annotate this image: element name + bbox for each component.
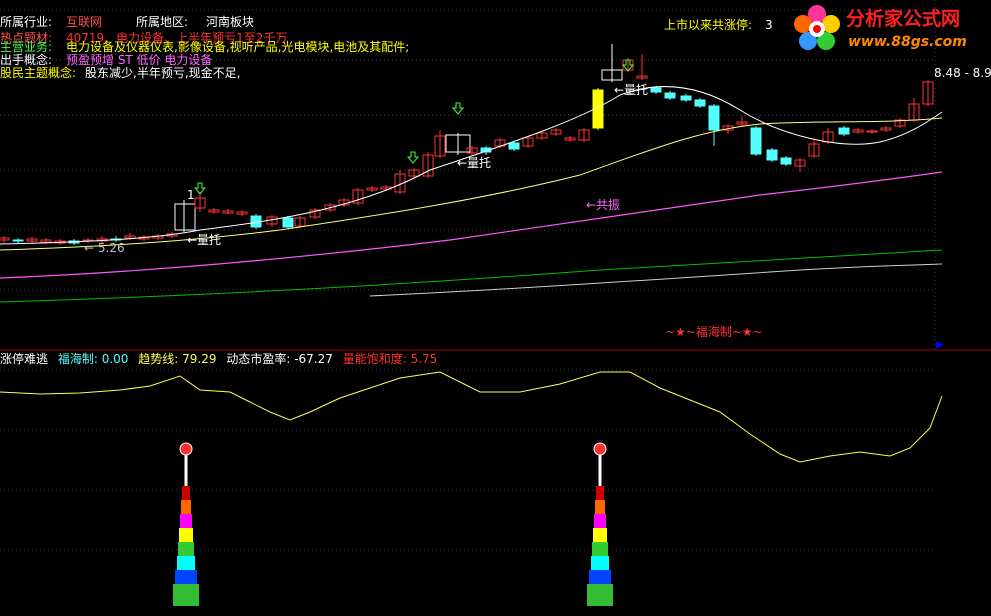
author-tag: ~★~福海制~★~ — [665, 325, 763, 339]
candle-body — [766, 149, 778, 161]
flower-icon — [794, 5, 840, 50]
signal-towers — [173, 442, 613, 606]
tower-segment — [178, 542, 194, 556]
tower-segment — [587, 584, 613, 606]
scroll-right-icon[interactable] — [936, 341, 944, 349]
grid-lines — [0, 0, 936, 551]
indicator-item1-value: 0.00 — [101, 352, 129, 366]
indicator-item2-value: 79.29 — [182, 352, 217, 366]
logo-title: 分析家公式网 — [846, 8, 961, 30]
volume-support-2: ←量托 — [457, 156, 492, 170]
concept-value: 预盈预增 ST 低价 电力设备 — [66, 53, 213, 67]
candle-body — [680, 95, 692, 101]
trend-line-indicator — [0, 371, 943, 463]
region-value: 河南板块 — [206, 15, 255, 29]
moving-average-lines — [0, 86, 943, 303]
main-business-value: 电力设备及仪器仪表,影像设备,视听产品,光电模块,电池及其配件; — [66, 40, 410, 54]
candle-body — [750, 127, 762, 155]
folk-label: 股民主题概念: — [0, 66, 77, 80]
candle-body — [780, 157, 792, 165]
site-logo[interactable]: 分析家公式网 www.88gs.com — [792, 4, 988, 56]
industry-value: 互联网 — [66, 15, 103, 29]
tower-segment — [589, 570, 611, 584]
tower-segment — [177, 556, 195, 570]
tower-segment — [595, 500, 605, 514]
industry-label: 所属行业: — [0, 15, 53, 29]
tower-ball-icon — [593, 442, 607, 456]
folk-value: 股东减少,半年预亏,现金不足, — [85, 66, 241, 80]
marker-one: 1 — [187, 188, 195, 202]
tower-ball-icon — [179, 442, 193, 456]
tower-segment — [182, 486, 190, 500]
tower-segment — [591, 556, 609, 570]
volume-support-1: ←量托 — [187, 233, 222, 247]
low-price-label: ← 5.26 — [84, 241, 125, 255]
trend-line — [0, 371, 943, 463]
logo-url: www.88gs.com — [848, 34, 967, 50]
price-range-label: 8.48 - 8.98 — [934, 66, 991, 80]
resonance-label: ←共振 — [586, 198, 621, 212]
indicator-header: 涨停难逃 福海制: 0.00 趋势线: 79.29 动态市盈率: -67.27 … — [0, 352, 437, 366]
down-arrow-icon — [451, 102, 465, 115]
tower-segment — [173, 584, 199, 606]
candle-body — [866, 130, 878, 133]
indicator-item3-value: -67.27 — [294, 352, 333, 366]
limit-up-count: 3 — [765, 18, 773, 32]
ma-longer-line — [0, 249, 943, 303]
candle-body — [508, 142, 520, 150]
volume-support-3: ←量托 — [614, 83, 649, 97]
candle-body — [12, 239, 24, 242]
tower-segment — [592, 542, 608, 556]
tower-segment — [594, 514, 606, 528]
tower-segment — [181, 500, 191, 514]
tower-segment — [180, 514, 192, 528]
stock-chart — [0, 0, 991, 606]
tower-segment — [179, 528, 193, 542]
candle-body — [174, 203, 196, 231]
candle-body — [650, 87, 662, 93]
region-label: 所属地区: — [136, 15, 189, 29]
indicator-item4-value: 5.75 — [410, 352, 438, 366]
ma-long-line — [0, 171, 943, 279]
candle-body — [694, 99, 706, 107]
limit-up-label: 上市以来共涨停: — [664, 18, 753, 32]
indicator-item1-label: 福海制: — [57, 352, 98, 366]
indicator-item2-label: 趋势线: — [138, 352, 179, 366]
concept-label: 出手概念: — [0, 53, 53, 67]
indicator-name: 涨停难逃 — [0, 352, 49, 366]
candle-body — [708, 105, 720, 131]
candle-body — [282, 217, 294, 228]
indicator-item4-label: 量能饱和度: — [342, 352, 407, 366]
tower-segment — [175, 570, 197, 584]
tower-segment — [596, 486, 604, 500]
main-business-label: 主营业务: — [0, 40, 53, 54]
candle-body — [838, 127, 850, 135]
indicator-item3-label: 动态市盈率: — [226, 352, 291, 366]
down-arrow-icon — [406, 151, 420, 164]
candle-body — [664, 92, 676, 99]
tower-segment — [593, 528, 607, 542]
